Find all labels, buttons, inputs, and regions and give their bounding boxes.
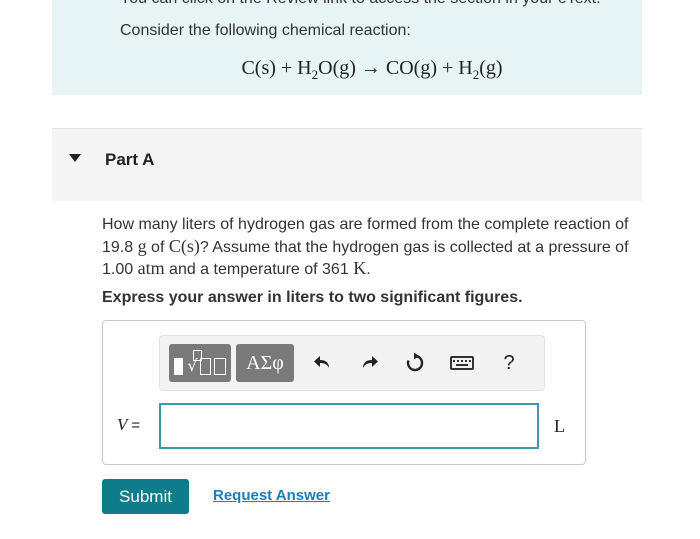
answer-input[interactable] (159, 403, 539, 449)
unit-label: L (554, 416, 565, 436)
collapse-caret-icon[interactable] (69, 154, 81, 162)
part-title: Part A (105, 150, 155, 169)
intro-lead-text: Consider the following chemical reaction… (120, 22, 411, 39)
undo-icon[interactable] (310, 350, 336, 376)
part-a-header[interactable]: Part A (52, 128, 642, 201)
variable-label: V = (117, 415, 141, 434)
help-icon[interactable]: ? (496, 350, 522, 376)
intro-cutoff-text: You can click on the Review link to acce… (120, 0, 601, 8)
answer-panel: √ ΑΣφ ? V = L (102, 320, 586, 465)
submit-button[interactable]: Submit (102, 479, 189, 514)
request-answer-link[interactable]: Request Answer (213, 487, 330, 504)
chemical-equation: C(s) + H2O(g) → CO(g) + H2(g) (241, 57, 503, 82)
keyboard-icon[interactable] (448, 350, 476, 376)
templates-button[interactable]: √ (169, 344, 231, 382)
math-toolbar: √ ΑΣφ ? (159, 335, 545, 391)
problem-intro: You can click on the Review link to acce… (52, 0, 642, 95)
templates-icon: √ (174, 349, 226, 375)
reset-icon[interactable] (402, 350, 428, 376)
question-text: How many liters of hydrogen gas are form… (102, 216, 629, 278)
greek-symbols-button[interactable]: ΑΣφ (236, 344, 294, 382)
redo-icon[interactable] (356, 350, 382, 376)
answer-instruction: Express your answer in liters to two sig… (102, 289, 523, 306)
